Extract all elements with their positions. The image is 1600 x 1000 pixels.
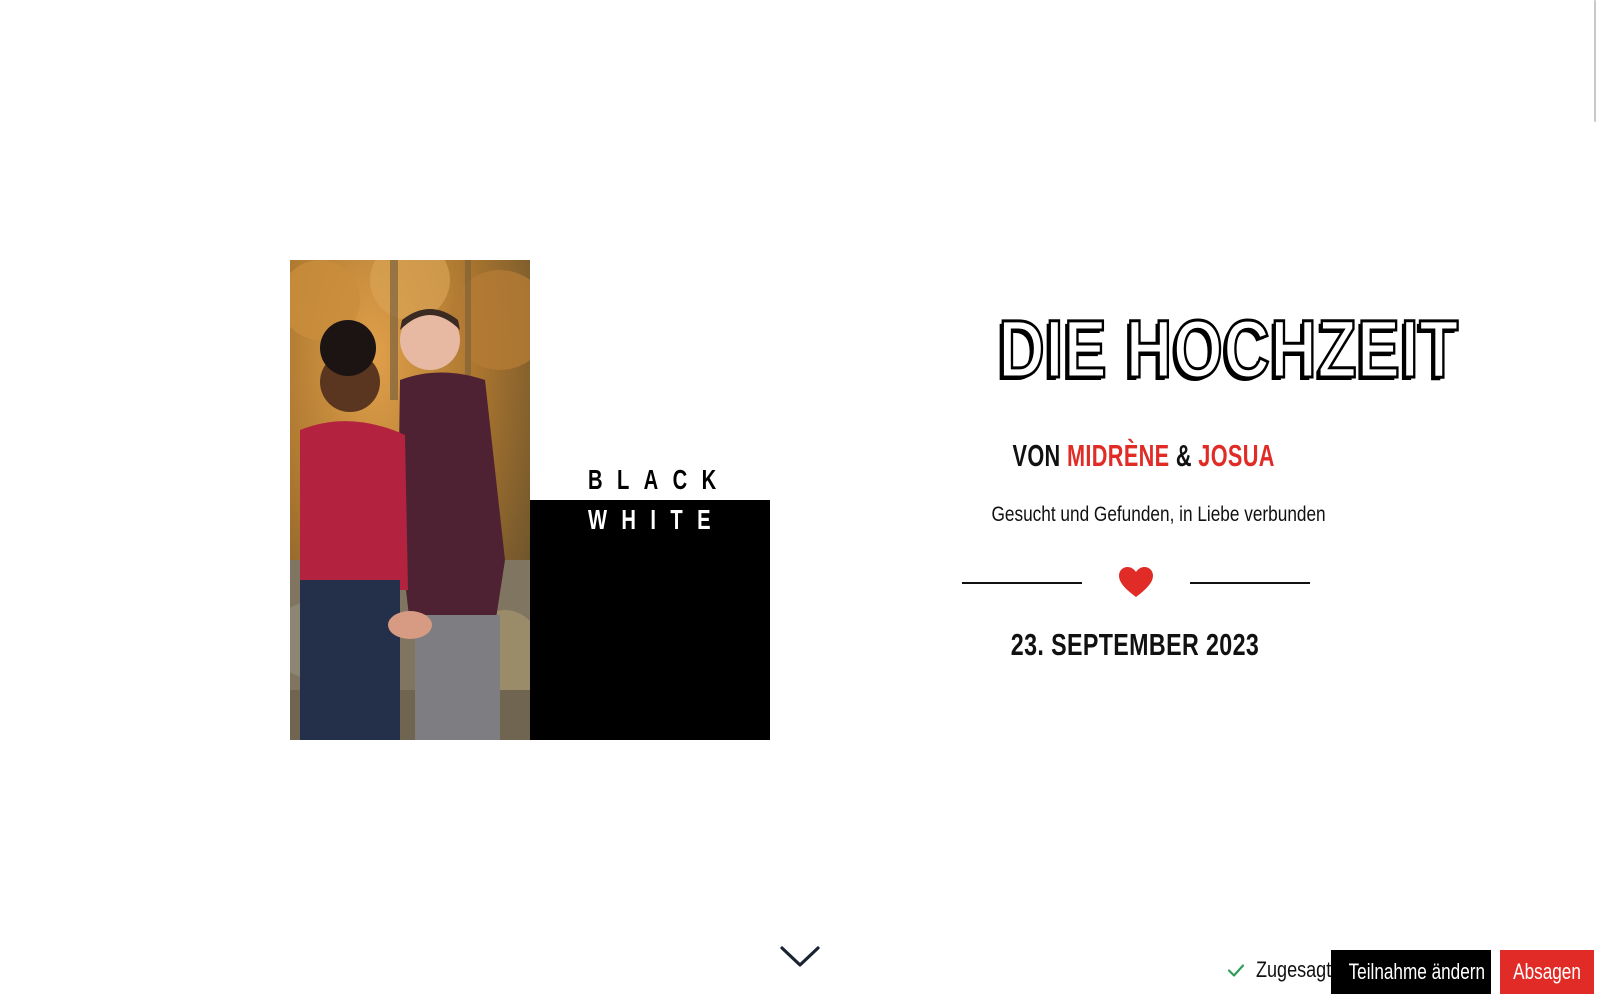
rsvp-status-label: Zugesagt	[1256, 957, 1332, 982]
black-label: BLACK	[588, 464, 731, 495]
change-attendance-label: Teilnahme ändern	[1348, 959, 1486, 984]
check-icon	[1227, 964, 1245, 977]
change-attendance-button[interactable]: Teilnahme ändern	[1331, 950, 1491, 994]
rsvp-status: Zugesagt	[1226, 950, 1348, 990]
divider-line-right	[1190, 582, 1310, 584]
name-one: MIDRÈNE	[1066, 438, 1170, 473]
chevron-down-icon[interactable]	[779, 944, 821, 970]
white-label: WHITE	[588, 504, 725, 535]
divider	[960, 564, 1310, 600]
decline-label: Absagen	[1513, 959, 1581, 984]
invitation-panel: DIE HOCHZEIT VON MIDRÈNE & JOSUA Gesucht…	[960, 300, 1460, 664]
tagline: Gesucht und Gefunden, in Liebe verbunden	[991, 503, 1326, 526]
heart-icon	[1119, 567, 1153, 597]
wedding-date: 23. SEPTEMBER 2023	[1010, 627, 1260, 662]
names-joiner: &	[1175, 438, 1192, 473]
page-title: DIE HOCHZEIT	[997, 303, 1460, 397]
divider-line-left	[962, 582, 1082, 584]
scrollbar-thumb[interactable]	[1594, 0, 1596, 122]
couple-names: VON MIDRÈNE & JOSUA	[1012, 438, 1275, 474]
decline-button[interactable]: Absagen	[1500, 950, 1594, 994]
couple-photo	[290, 260, 530, 740]
names-prefix: VON	[1012, 438, 1061, 473]
name-two: JOSUA	[1198, 438, 1275, 473]
